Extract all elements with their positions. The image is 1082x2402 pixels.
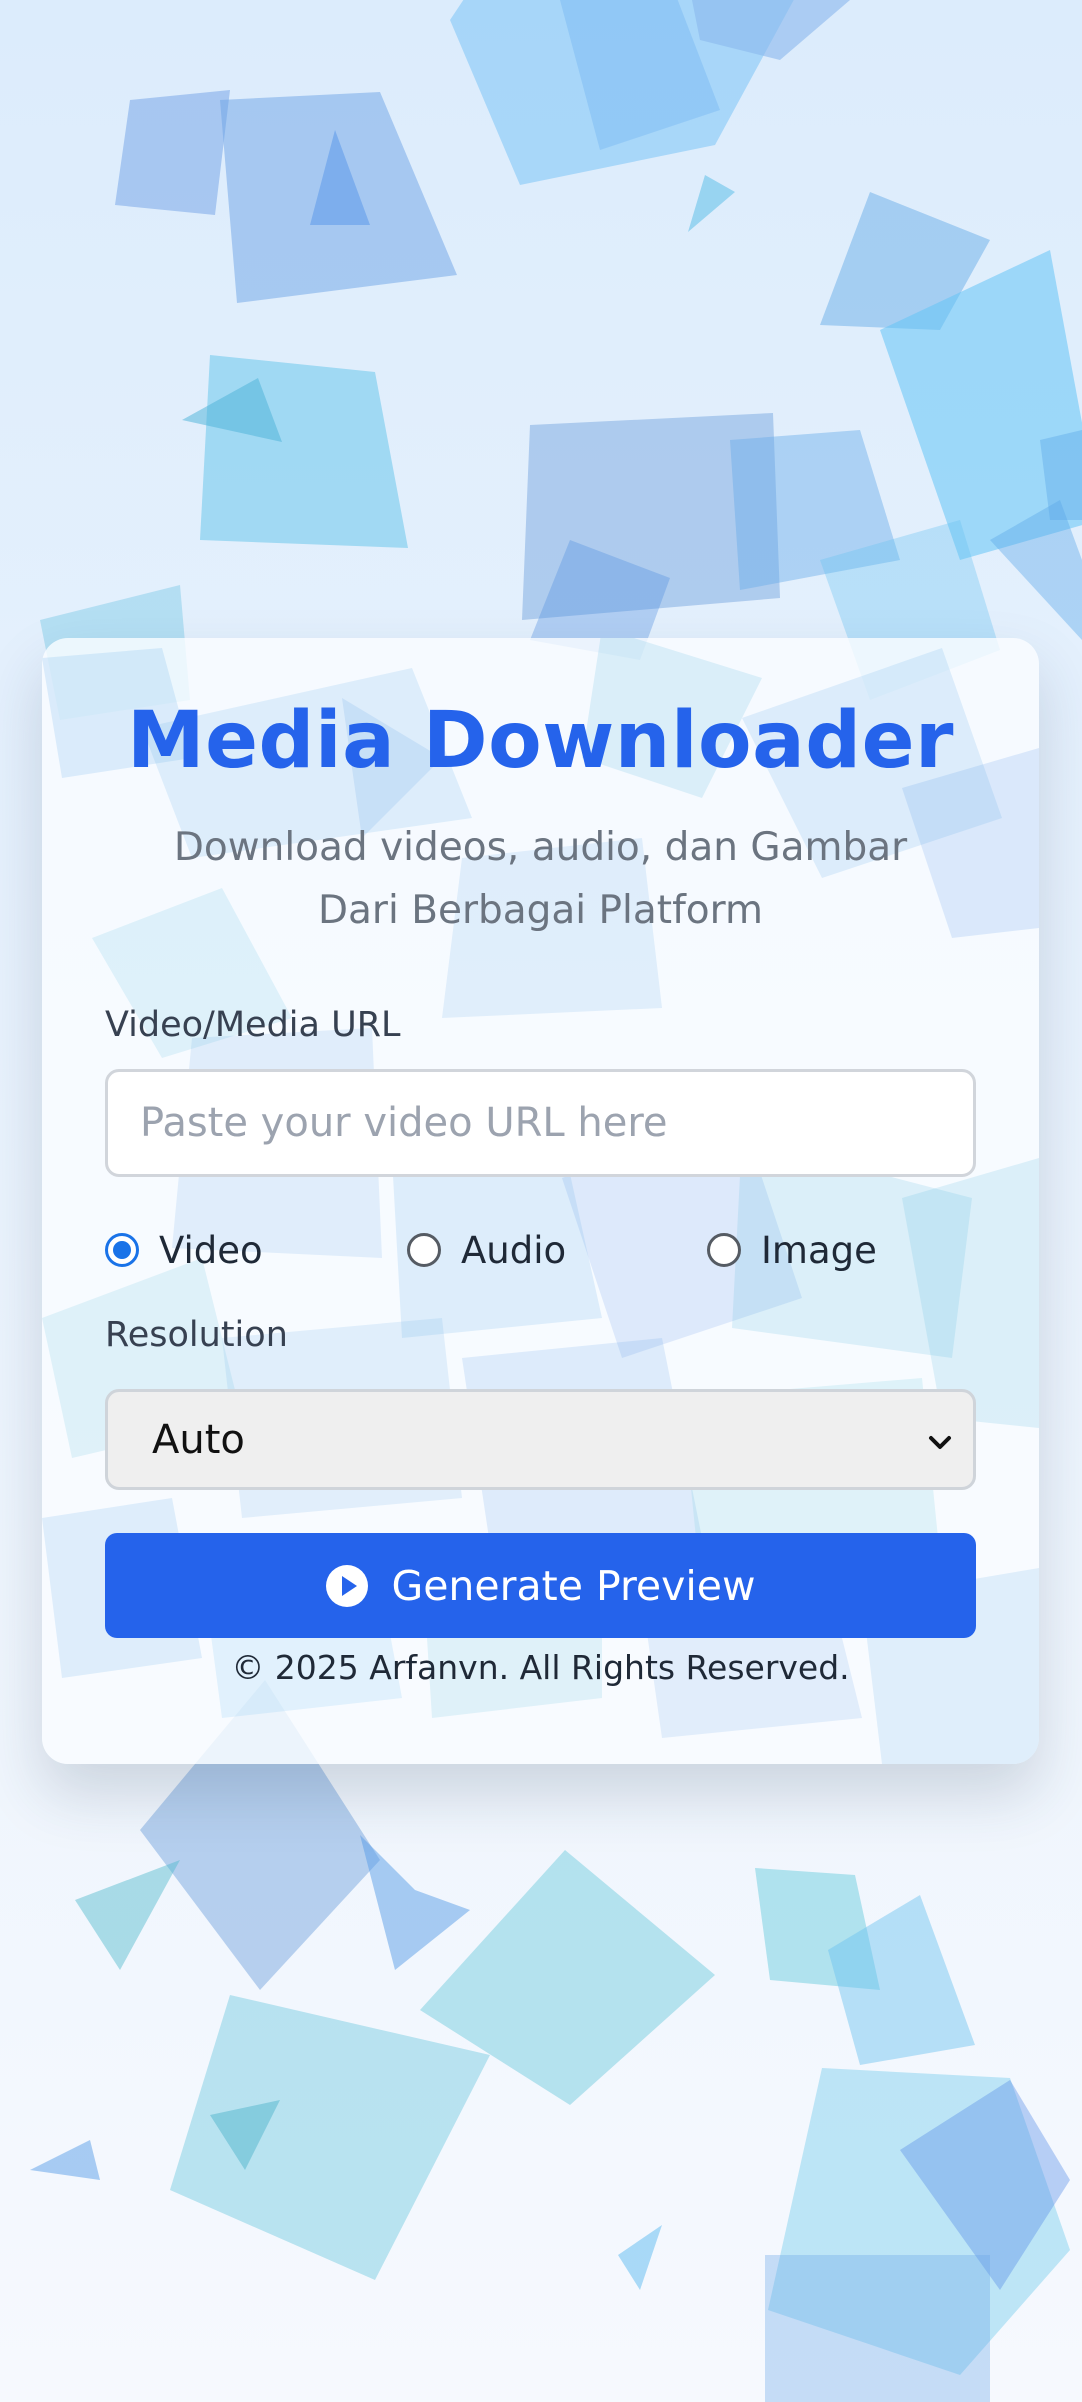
resolution-label: Resolution — [105, 1315, 288, 1355]
play-circle-icon — [326, 1564, 369, 1607]
chevron-down-icon — [929, 1436, 951, 1449]
radio-video-control[interactable] — [105, 1233, 139, 1267]
url-label: Video/Media URL — [105, 1005, 401, 1045]
downloader-card: Media Downloader Download videos, audio,… — [42, 638, 1039, 1764]
resolution-select[interactable]: Auto — [105, 1389, 976, 1490]
copyright-footer: © 2025 Arfanvn. All Rights Reserved. — [231, 1648, 850, 1687]
media-type-radio-group: Video Audio Image — [105, 1220, 976, 1280]
radio-audio[interactable]: Audio — [407, 1220, 566, 1280]
page-title: Media Downloader — [127, 696, 954, 786]
radio-audio-control[interactable] — [407, 1233, 441, 1267]
generate-preview-button[interactable]: Generate Preview — [105, 1533, 976, 1638]
radio-video[interactable]: Video — [105, 1220, 263, 1280]
resolution-select-value: Auto — [152, 1416, 245, 1463]
radio-image-label: Image — [761, 1228, 877, 1272]
page-subtitle: Download videos, audio, dan Gambar Dari … — [173, 825, 908, 933]
radio-video-label: Video — [159, 1228, 263, 1272]
radio-audio-label: Audio — [461, 1228, 567, 1272]
radio-image[interactable]: Image — [707, 1220, 877, 1280]
url-input[interactable] — [105, 1069, 976, 1177]
generate-preview-label: Generate Preview — [391, 1561, 756, 1610]
radio-image-control[interactable] — [707, 1233, 741, 1267]
